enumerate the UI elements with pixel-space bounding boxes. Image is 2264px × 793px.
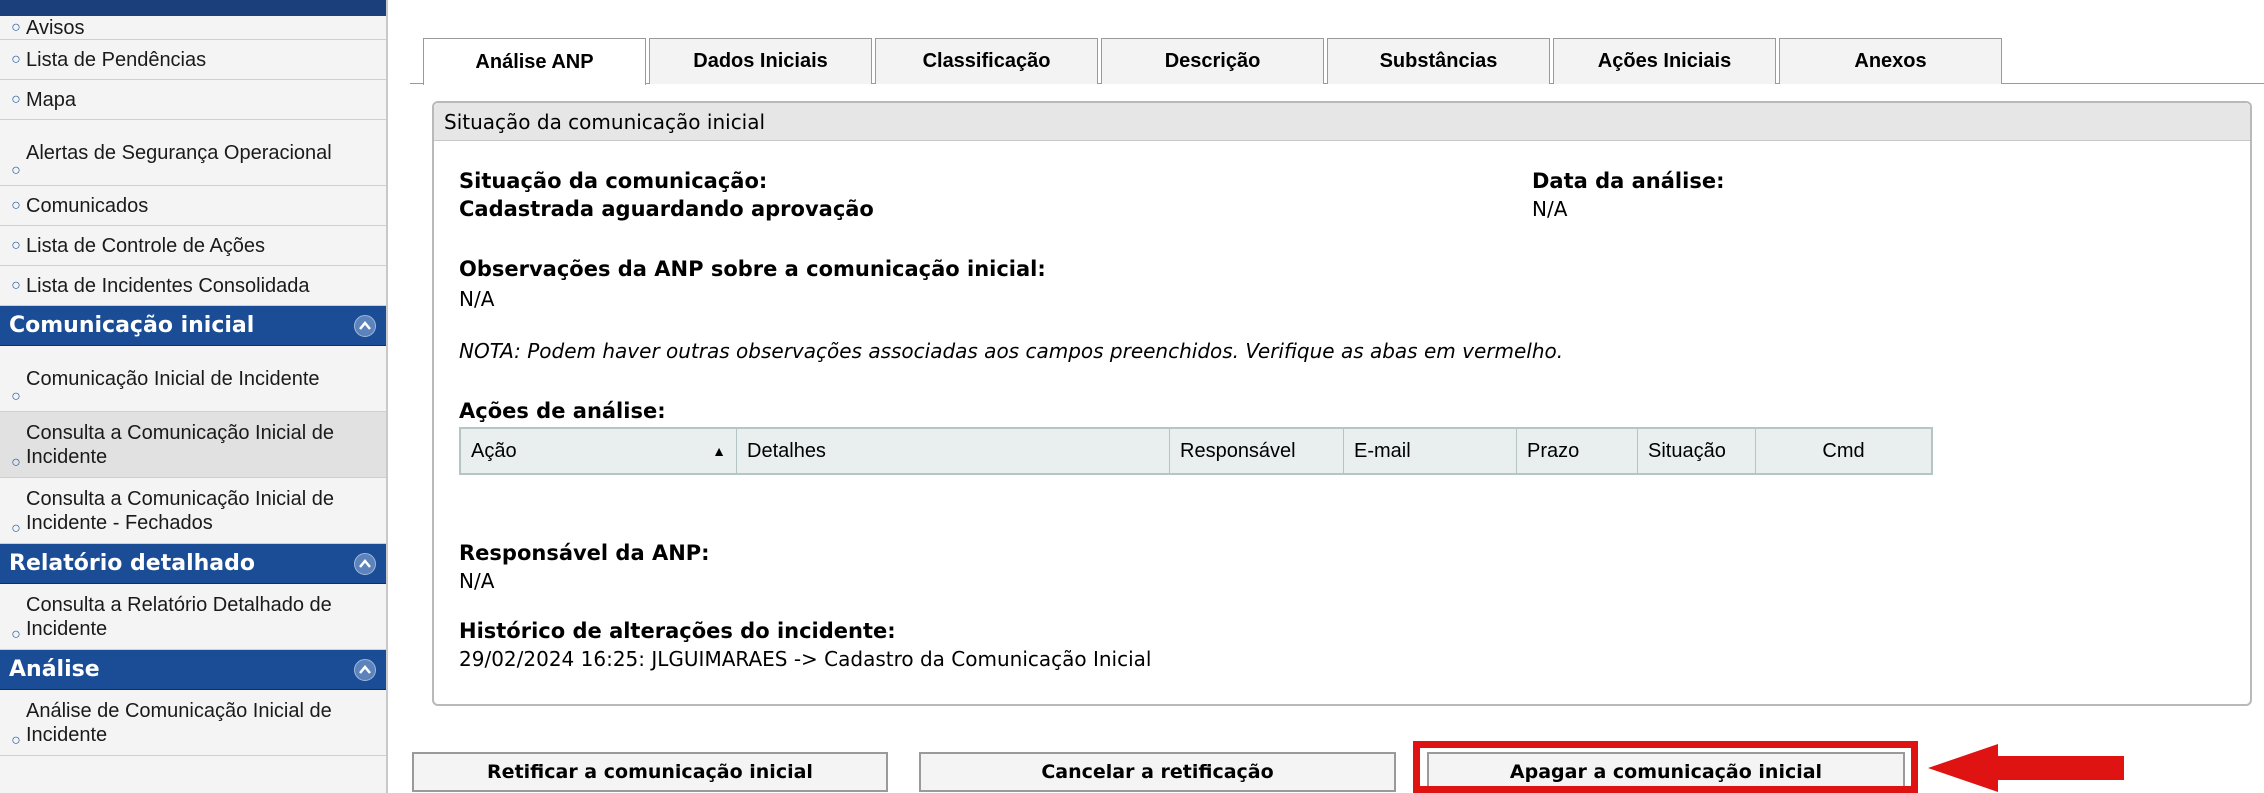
- circle-bullet-icon: ○: [11, 276, 21, 294]
- sidebar-item-label: Avisos: [26, 16, 85, 39]
- sidebar-item-label: Consulta a Comunicação Inicial de Incide…: [26, 487, 334, 534]
- observacoes-label: Observações da ANP sobre a comunicação i…: [459, 257, 1046, 281]
- sidebar-item-lista-controle-acoes[interactable]: ○ Lista de Controle de Ações: [0, 226, 386, 266]
- chevron-up-icon[interactable]: [354, 658, 376, 681]
- section-title: Análise: [9, 657, 100, 682]
- data-analise-label: Data da análise:: [1532, 169, 1725, 193]
- sidebar-item-label: Comunicação Inicial de Incidente: [26, 367, 320, 390]
- sidebar-item-label: Mapa: [26, 88, 77, 111]
- circle-bullet-icon: ○: [11, 18, 21, 36]
- retificar-button[interactable]: Retificar a comunicação inicial: [412, 752, 888, 792]
- section-title: Relatório detalhado: [9, 551, 255, 576]
- sidebar-item-label: Lista de Pendências: [26, 48, 207, 71]
- chevron-up-icon[interactable]: [354, 314, 376, 337]
- sidebar-item-alertas-seguranca[interactable]: ○ Alertas de Segurança Operacional: [0, 120, 386, 186]
- nota-text: NOTA: Podem haver outras observações ass…: [459, 339, 1564, 363]
- circle-bullet-icon: ○: [11, 90, 21, 108]
- tab-substancias[interactable]: Substâncias: [1327, 38, 1550, 84]
- acoes-analise-label: Ações de análise:: [459, 399, 666, 423]
- sidebar-item-label: Análise de Comunicação Inicial de Incide…: [26, 699, 332, 746]
- tab-descricao[interactable]: Descrição: [1101, 38, 1324, 84]
- historico-label: Histórico de alterações do incidente:: [459, 619, 896, 643]
- sidebar-item-lista-incidentes-consolidada[interactable]: ○ Lista de Incidentes Consolidada: [0, 266, 386, 306]
- column-header-acao[interactable]: Ação ▲: [461, 429, 737, 473]
- column-header-email[interactable]: E-mail: [1344, 429, 1517, 473]
- column-header-responsavel[interactable]: Responsável: [1170, 429, 1344, 473]
- sidebar-item-consulta-relatorio-detalhado[interactable]: ○ Consulta a Relatório Detalhado de Inci…: [0, 584, 386, 650]
- acoes-grid-header: Ação ▲ Detalhes Responsável E-mail Prazo…: [459, 427, 1933, 475]
- column-header-detalhes[interactable]: Detalhes: [737, 429, 1170, 473]
- panel-title: Situação da comunicação inicial: [434, 103, 2250, 141]
- historico-value: 29/02/2024 16:25: JLGUIMARAES -> Cadastr…: [459, 647, 1152, 671]
- chevron-up-icon[interactable]: [354, 552, 376, 575]
- sidebar-section-relatorio-detalhado[interactable]: Relatório detalhado: [0, 544, 386, 584]
- responsavel-anp-label: Responsável da ANP:: [459, 541, 710, 565]
- circle-bullet-icon: ○: [11, 388, 21, 405]
- data-analise-value: N/A: [1532, 197, 1568, 221]
- circle-bullet-icon: ○: [11, 626, 21, 643]
- sidebar-item-avisos[interactable]: ○ Avisos: [0, 16, 386, 40]
- observacoes-value: N/A: [459, 287, 495, 311]
- column-header-situacao[interactable]: Situação: [1638, 429, 1756, 473]
- tab-anexos[interactable]: Anexos: [1779, 38, 2002, 84]
- sidebar-item-comunicados[interactable]: ○ Comunicados: [0, 186, 386, 226]
- circle-bullet-icon: ○: [11, 236, 21, 254]
- tab-classificacao[interactable]: Classificação: [875, 38, 1098, 84]
- sidebar-item-lista-pendencias[interactable]: ○ Lista de Pendências: [0, 40, 386, 80]
- responsavel-anp-value: N/A: [459, 569, 495, 593]
- circle-bullet-icon: ○: [11, 520, 21, 537]
- sidebar-item-analise-comunicacao-inicial[interactable]: ○ Análise de Comunicação Inicial de Inci…: [0, 690, 386, 756]
- sidebar-item-label: Consulta a Comunicação Inicial de Incide…: [26, 421, 334, 468]
- sidebar-item-comunicacao-inicial-incidente[interactable]: ○ Comunicação Inicial de Incidente: [0, 346, 386, 412]
- circle-bullet-icon: ○: [11, 162, 21, 179]
- red-arrow-icon: [1928, 742, 2128, 793]
- circle-bullet-icon: ○: [11, 196, 21, 214]
- sidebar: ○ Avisos ○ Lista de Pendências ○ Mapa ○ …: [0, 0, 388, 793]
- column-header-cmd[interactable]: Cmd: [1756, 429, 1931, 473]
- sidebar-item-label: Lista de Incidentes Consolidada: [26, 274, 310, 297]
- situacao-panel: Situação da comunicação inicial Situação…: [432, 101, 2252, 706]
- sidebar-item-consulta-comunicacao-inicial[interactable]: ○ Consulta a Comunicação Inicial de Inci…: [0, 412, 386, 478]
- tab-dados-iniciais[interactable]: Dados Iniciais: [649, 38, 872, 84]
- sidebar-item-label: Consulta a Relatório Detalhado de Incide…: [26, 593, 332, 640]
- sidebar-section-comunicacao-inicial[interactable]: Comunicação inicial: [0, 306, 386, 346]
- situacao-value: Cadastrada aguardando aprovação: [459, 197, 874, 221]
- tab-analise-anp[interactable]: Análise ANP: [423, 38, 646, 85]
- situacao-label: Situação da comunicação:: [459, 169, 768, 193]
- sort-ascending-icon[interactable]: ▲: [712, 443, 726, 459]
- sidebar-item-label: Lista de Controle de Ações: [26, 234, 266, 257]
- red-highlight-box: [1413, 741, 1918, 793]
- sidebar-item-mapa[interactable]: ○ Mapa: [0, 80, 386, 120]
- tab-acoes-iniciais[interactable]: Ações Iniciais: [1553, 38, 1776, 84]
- sidebar-item-label: Comunicados: [26, 194, 149, 217]
- section-title: Comunicação inicial: [9, 313, 255, 338]
- sidebar-top-bar: [0, 0, 386, 16]
- column-header-prazo[interactable]: Prazo: [1517, 429, 1638, 473]
- circle-bullet-icon: ○: [11, 732, 21, 749]
- circle-bullet-icon: ○: [11, 50, 21, 68]
- sidebar-item-label: Alertas de Segurança Operacional: [26, 141, 332, 164]
- tab-bar: Análise ANP Dados Iniciais Classificação…: [423, 38, 2005, 85]
- circle-bullet-icon: ○: [11, 454, 21, 471]
- sidebar-section-analise[interactable]: Análise: [0, 650, 386, 690]
- sidebar-item-consulta-comunicacao-inicial-fechados[interactable]: ○ Consulta a Comunicação Inicial de Inci…: [0, 478, 386, 544]
- cancelar-retificacao-button[interactable]: Cancelar a retificação: [919, 752, 1396, 792]
